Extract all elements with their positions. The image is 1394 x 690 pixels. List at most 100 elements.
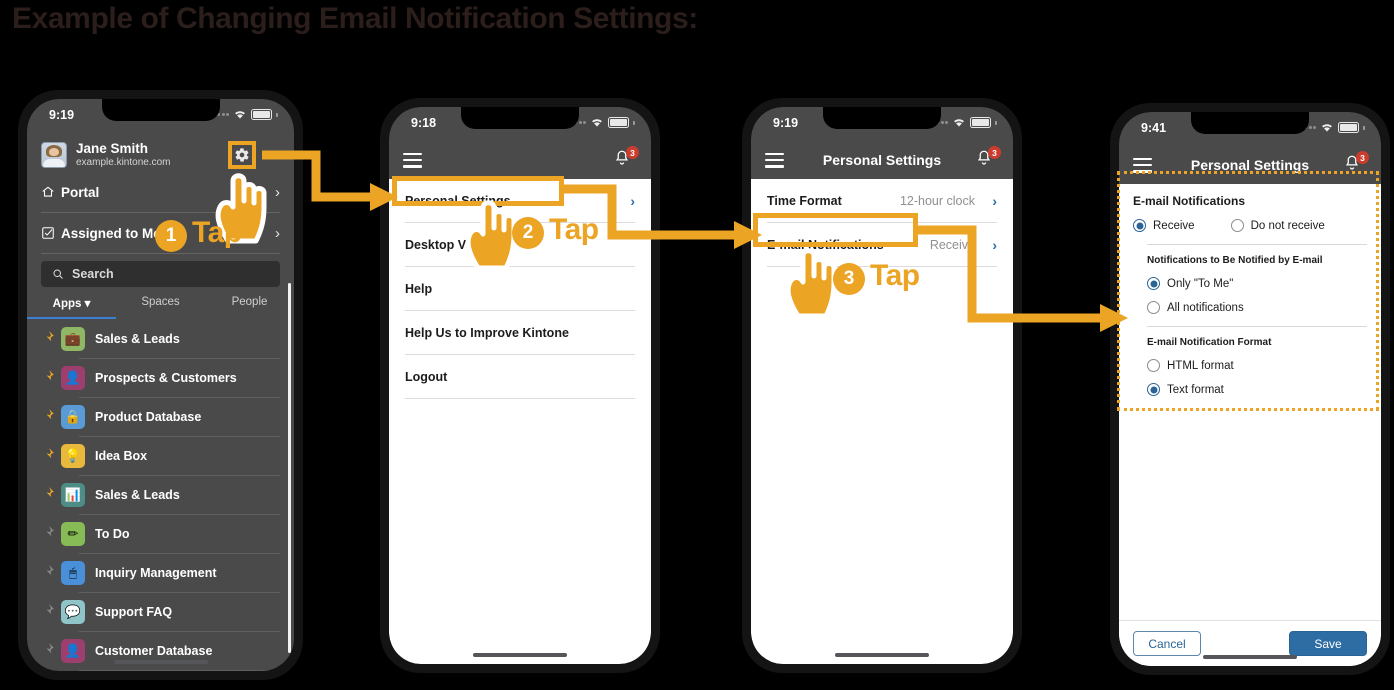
radio-label: All notifications [1167, 301, 1244, 314]
form-footer: Cancel Save [1119, 620, 1381, 666]
phone-notch [101, 99, 220, 121]
section-title: E-mail Notifications [1133, 194, 1246, 208]
tab-underline [27, 317, 116, 320]
list-item-label: Product Database [95, 410, 202, 425]
home-icon [42, 186, 54, 197]
format-group-title: E-mail Notification Format [1147, 337, 1272, 348]
pin-icon[interactable] [41, 603, 57, 622]
phone-3: 9:19 Personal Settings 3 Time Format 12-… [742, 98, 1022, 673]
list-item-label: To Do [95, 527, 130, 542]
phone-notch [1191, 112, 1309, 134]
list-item[interactable]: 💼 Sales & Leads [27, 320, 294, 358]
notifications-bell-button[interactable]: 3 [613, 146, 639, 171]
battery-tip-icon [1363, 125, 1365, 130]
person-card-icon: 👤 [61, 639, 85, 664]
phone-3-navbar: Personal Settings 3 [751, 141, 1013, 179]
pin-icon[interactable] [41, 564, 57, 583]
pin-icon[interactable] [41, 525, 57, 544]
radio-do-not-receive[interactable]: Do not receive [1230, 219, 1325, 232]
divider [1147, 326, 1367, 327]
list-item-label: Idea Box [95, 449, 148, 464]
menu-item-label: Help [405, 281, 433, 296]
save-button[interactable]: Save [1289, 631, 1367, 656]
hamburger-icon[interactable] [1133, 158, 1152, 173]
home-indicator [1203, 655, 1297, 659]
notification-badge: 3 [988, 146, 1001, 159]
sidebar-item-label: Assigned to Me [61, 225, 161, 241]
radio-html-format[interactable]: HTML format [1147, 359, 1367, 372]
phone-2-navbar: 3 [389, 141, 651, 179]
list-item[interactable]: 💡 Idea Box [27, 437, 294, 475]
chevron-down-icon[interactable]: ⌄ [269, 146, 282, 162]
tab-spaces[interactable]: Spaces [116, 296, 205, 317]
list-item[interactable]: ✏ To Do [27, 515, 294, 553]
list-item[interactable]: 👤 Customer Database [27, 632, 294, 670]
menu-item[interactable]: Logout [389, 355, 651, 398]
email-notifications-form: E-mail Notifications Receive Do not rece… [1119, 184, 1381, 396]
radio-label: Do not receive [1250, 219, 1325, 232]
step-number-1: 1 [155, 220, 187, 252]
checkbox-icon [42, 227, 54, 239]
list-item[interactable]: 🔒 Product Database [27, 398, 294, 436]
divider [79, 670, 280, 671]
phone-3-screen: 9:19 Personal Settings 3 Time Format 12-… [751, 107, 1013, 664]
notifications-bell-button[interactable]: 3 [975, 146, 1001, 171]
notifications-bell-button[interactable]: 3 [1343, 151, 1369, 176]
list-item[interactable]: 👤 Prospects & Customers [27, 359, 294, 397]
status-icons [931, 117, 997, 128]
battery-icon [608, 117, 630, 128]
menu-item[interactable]: Help Us to Improve Kintone [389, 311, 651, 354]
pin-icon[interactable] [41, 642, 57, 661]
pin-icon[interactable] [41, 447, 57, 466]
speech-bubble-icon: 💬 [61, 600, 85, 625]
status-time: 9:18 [411, 116, 437, 130]
tab-bar: Apps ▾ Spaces People [27, 296, 294, 317]
radio-label: Receive [1153, 219, 1195, 232]
battery-icon [251, 109, 273, 120]
home-indicator [473, 653, 567, 657]
scrollbar-thumb[interactable] [288, 283, 291, 653]
pin-icon[interactable] [41, 486, 57, 505]
wifi-icon [1320, 122, 1334, 133]
step-number-2: 2 [512, 217, 544, 249]
pin-icon[interactable] [41, 330, 57, 349]
person-card-icon: 👤 [61, 366, 85, 391]
lightbulb-icon: 💡 [61, 444, 85, 469]
list-item[interactable]: 🖱 Inquiry Management [27, 554, 294, 592]
menu-item-label: Time Format [767, 193, 842, 208]
tab-apps[interactable]: Apps ▾ [27, 296, 116, 317]
step-label-3: Tap [870, 259, 920, 292]
list-item[interactable]: 💬 Support FAQ [27, 593, 294, 631]
search-input[interactable]: Search [41, 261, 280, 288]
step-number-3: 3 [833, 263, 865, 295]
phone-4-body: E-mail Notifications Receive Do not rece… [1119, 184, 1381, 666]
divider [405, 398, 635, 399]
page-title: Example of Changing Email Notification S… [12, 2, 698, 35]
status-time: 9:41 [1141, 121, 1167, 135]
home-indicator [835, 653, 929, 657]
battery-icon [970, 117, 992, 128]
avatar [41, 141, 67, 168]
nav-title: Personal Settings [1190, 157, 1310, 173]
radio-only-to-me[interactable]: Only "To Me" [1147, 277, 1367, 290]
radio-label: Text format [1167, 383, 1224, 396]
radio-text-format[interactable]: Text format [1147, 383, 1367, 396]
list-item[interactable]: 📊 Sales & Leads [27, 476, 294, 514]
radio-all-notifications[interactable]: All notifications [1147, 301, 1367, 314]
radio-receive[interactable]: Receive [1133, 219, 1195, 232]
battery-tip-icon [995, 120, 997, 125]
list-item-label: Prospects & Customers [95, 371, 237, 386]
radio-label: Only "To Me" [1167, 277, 1234, 290]
user-domain: example.kintone.com [76, 156, 171, 168]
cancel-button[interactable]: Cancel [1133, 631, 1201, 656]
hamburger-icon[interactable] [403, 153, 422, 168]
tab-people[interactable]: People [205, 296, 294, 317]
status-time: 9:19 [773, 116, 799, 130]
chevron-right-icon: › [992, 192, 997, 209]
hamburger-icon[interactable] [765, 153, 784, 168]
battery-tip-icon [276, 112, 278, 117]
pin-icon[interactable] [41, 369, 57, 388]
status-icons [212, 109, 278, 120]
list-item-label: Sales & Leads [95, 488, 180, 503]
pin-icon[interactable] [41, 408, 57, 427]
